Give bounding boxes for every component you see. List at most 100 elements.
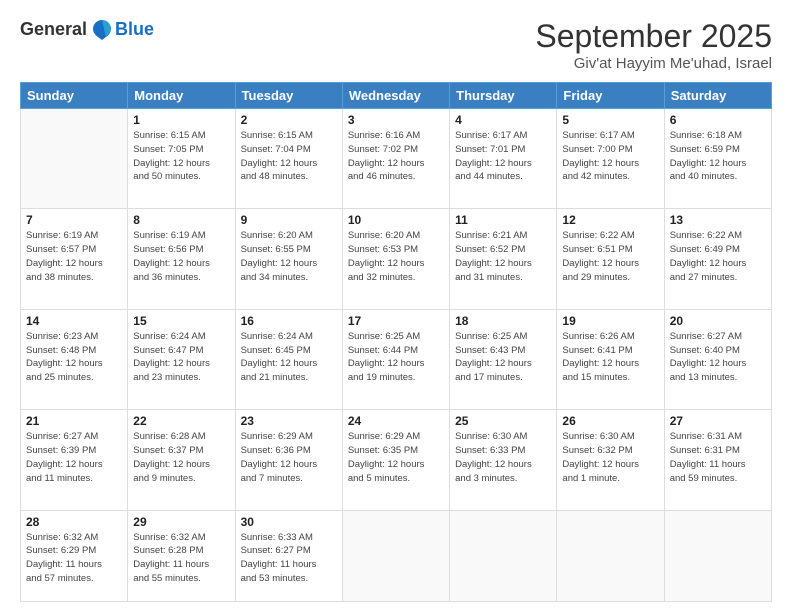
day-number: 16 <box>241 314 337 328</box>
table-row: 30 Sunrise: 6:33 AMSunset: 6:27 PMDayligh… <box>235 510 342 601</box>
table-row: 11 Sunrise: 6:21 AMSunset: 6:52 PMDayligh… <box>450 209 557 309</box>
day-info: Sunrise: 6:24 AMSunset: 6:47 PMDaylight:… <box>133 330 229 385</box>
col-wednesday: Wednesday <box>342 83 449 109</box>
day-number: 29 <box>133 515 229 529</box>
table-row: 12Sunrise: 6:22 AMSunset: 6:51 PMDayligh… <box>557 209 664 309</box>
table-row: 2 Sunrise: 6:15 AMSunset: 7:04 PMDaylight… <box>235 109 342 209</box>
day-info: Sunrise: 6:16 AMSunset: 7:02 PMDaylight:… <box>348 129 444 184</box>
day-number: 14 <box>26 314 122 328</box>
col-tuesday: Tuesday <box>235 83 342 109</box>
page: General Blue September 2025 Giv'at Hayyi… <box>0 0 792 612</box>
table-row: 24 Sunrise: 6:29 AMSunset: 6:35 PMDayligh… <box>342 410 449 510</box>
table-row: 14 Sunrise: 6:23 AMSunset: 6:48 PMDayligh… <box>21 309 128 409</box>
day-number: 25 <box>455 414 551 428</box>
month-title: September 2025 <box>535 18 772 55</box>
day-number: 7 <box>26 213 122 227</box>
day-number: 26 <box>562 414 658 428</box>
table-row <box>342 510 449 601</box>
table-row: 13 Sunrise: 6:22 AMSunset: 6:49 PMDayligh… <box>664 209 771 309</box>
day-number: 28 <box>26 515 122 529</box>
day-info: Sunrise: 6:28 AMSunset: 6:37 PMDaylight:… <box>133 430 229 485</box>
day-number: 27 <box>670 414 766 428</box>
table-row: 5 Sunrise: 6:17 AMSunset: 7:00 PMDaylight… <box>557 109 664 209</box>
table-row: 18Sunrise: 6:25 AMSunset: 6:43 PMDayligh… <box>450 309 557 409</box>
table-row: 23 Sunrise: 6:29 AMSunset: 6:36 PMDayligh… <box>235 410 342 510</box>
day-info: Sunrise: 6:25 AMSunset: 6:43 PMDaylight:… <box>455 330 551 385</box>
table-row: 16 Sunrise: 6:24 AMSunset: 6:45 PMDayligh… <box>235 309 342 409</box>
day-info: Sunrise: 6:27 AMSunset: 6:40 PMDaylight:… <box>670 330 766 385</box>
header-row: Sunday Monday Tuesday Wednesday Thursday… <box>21 83 772 109</box>
day-info: Sunrise: 6:22 AMSunset: 6:49 PMDaylight:… <box>670 229 766 284</box>
day-info: Sunrise: 6:15 AMSunset: 7:05 PMDaylight:… <box>133 129 229 184</box>
table-row: 26 Sunrise: 6:30 AMSunset: 6:32 PMDayligh… <box>557 410 664 510</box>
day-info: Sunrise: 6:29 AMSunset: 6:35 PMDaylight:… <box>348 430 444 485</box>
day-info: Sunrise: 6:32 AMSunset: 6:29 PMDaylight:… <box>26 531 122 586</box>
logo: General Blue <box>20 18 154 40</box>
day-number: 22 <box>133 414 229 428</box>
location: Giv'at Hayyim Me'uhad, Israel <box>535 55 772 72</box>
col-saturday: Saturday <box>664 83 771 109</box>
day-number: 30 <box>241 515 337 529</box>
day-number: 19 <box>562 314 658 328</box>
day-info: Sunrise: 6:24 AMSunset: 6:45 PMDaylight:… <box>241 330 337 385</box>
day-info: Sunrise: 6:19 AMSunset: 6:57 PMDaylight:… <box>26 229 122 284</box>
day-info: Sunrise: 6:26 AMSunset: 6:41 PMDaylight:… <box>562 330 658 385</box>
table-row: 1 Sunrise: 6:15 AMSunset: 7:05 PMDaylight… <box>128 109 235 209</box>
day-number: 10 <box>348 213 444 227</box>
day-info: Sunrise: 6:17 AMSunset: 7:01 PMDaylight:… <box>455 129 551 184</box>
day-number: 11 <box>455 213 551 227</box>
table-row: 6Sunrise: 6:18 AMSunset: 6:59 PMDaylight… <box>664 109 771 209</box>
table-row <box>664 510 771 601</box>
day-info: Sunrise: 6:25 AMSunset: 6:44 PMDaylight:… <box>348 330 444 385</box>
col-sunday: Sunday <box>21 83 128 109</box>
day-number: 15 <box>133 314 229 328</box>
logo-icon <box>91 18 113 40</box>
day-info: Sunrise: 6:30 AMSunset: 6:33 PMDaylight:… <box>455 430 551 485</box>
table-row <box>21 109 128 209</box>
day-info: Sunrise: 6:17 AMSunset: 7:00 PMDaylight:… <box>562 129 658 184</box>
day-number: 1 <box>133 113 229 127</box>
day-number: 3 <box>348 113 444 127</box>
day-info: Sunrise: 6:32 AMSunset: 6:28 PMDaylight:… <box>133 531 229 586</box>
day-info: Sunrise: 6:30 AMSunset: 6:32 PMDaylight:… <box>562 430 658 485</box>
table-row: 17 Sunrise: 6:25 AMSunset: 6:44 PMDayligh… <box>342 309 449 409</box>
table-row: 27Sunrise: 6:31 AMSunset: 6:31 PMDayligh… <box>664 410 771 510</box>
table-row: 25 Sunrise: 6:30 AMSunset: 6:33 PMDayligh… <box>450 410 557 510</box>
table-row: 15 Sunrise: 6:24 AMSunset: 6:47 PMDayligh… <box>128 309 235 409</box>
calendar: Sunday Monday Tuesday Wednesday Thursday… <box>20 82 772 602</box>
day-info: Sunrise: 6:18 AMSunset: 6:59 PMDaylight:… <box>670 129 766 184</box>
day-number: 8 <box>133 213 229 227</box>
table-row: 4 Sunrise: 6:17 AMSunset: 7:01 PMDaylight… <box>450 109 557 209</box>
logo-blue: Blue <box>115 19 154 40</box>
col-thursday: Thursday <box>450 83 557 109</box>
day-number: 24 <box>348 414 444 428</box>
day-info: Sunrise: 6:21 AMSunset: 6:52 PMDaylight:… <box>455 229 551 284</box>
day-number: 4 <box>455 113 551 127</box>
day-number: 17 <box>348 314 444 328</box>
table-row: 19 Sunrise: 6:26 AMSunset: 6:41 PMDayligh… <box>557 309 664 409</box>
day-info: Sunrise: 6:33 AMSunset: 6:27 PMDaylight:… <box>241 531 337 586</box>
day-number: 2 <box>241 113 337 127</box>
table-row: 29 Sunrise: 6:32 AMSunset: 6:28 PMDayligh… <box>128 510 235 601</box>
day-info: Sunrise: 6:19 AMSunset: 6:56 PMDaylight:… <box>133 229 229 284</box>
table-row <box>557 510 664 601</box>
table-row: 7 Sunrise: 6:19 AMSunset: 6:57 PMDaylight… <box>21 209 128 309</box>
day-number: 13 <box>670 213 766 227</box>
header: General Blue September 2025 Giv'at Hayyi… <box>20 18 772 72</box>
table-row: 22 Sunrise: 6:28 AMSunset: 6:37 PMDayligh… <box>128 410 235 510</box>
day-number: 21 <box>26 414 122 428</box>
table-row: 21 Sunrise: 6:27 AMSunset: 6:39 PMDayligh… <box>21 410 128 510</box>
day-info: Sunrise: 6:27 AMSunset: 6:39 PMDaylight:… <box>26 430 122 485</box>
table-row: 28 Sunrise: 6:32 AMSunset: 6:29 PMDayligh… <box>21 510 128 601</box>
day-number: 23 <box>241 414 337 428</box>
logo-area: General Blue <box>20 18 154 40</box>
day-info: Sunrise: 6:29 AMSunset: 6:36 PMDaylight:… <box>241 430 337 485</box>
col-monday: Monday <box>128 83 235 109</box>
table-row: 8 Sunrise: 6:19 AMSunset: 6:56 PMDaylight… <box>128 209 235 309</box>
day-number: 5 <box>562 113 658 127</box>
day-info: Sunrise: 6:23 AMSunset: 6:48 PMDaylight:… <box>26 330 122 385</box>
day-number: 12 <box>562 213 658 227</box>
title-area: September 2025 Giv'at Hayyim Me'uhad, Is… <box>535 18 772 72</box>
day-info: Sunrise: 6:15 AMSunset: 7:04 PMDaylight:… <box>241 129 337 184</box>
day-info: Sunrise: 6:20 AMSunset: 6:55 PMDaylight:… <box>241 229 337 284</box>
